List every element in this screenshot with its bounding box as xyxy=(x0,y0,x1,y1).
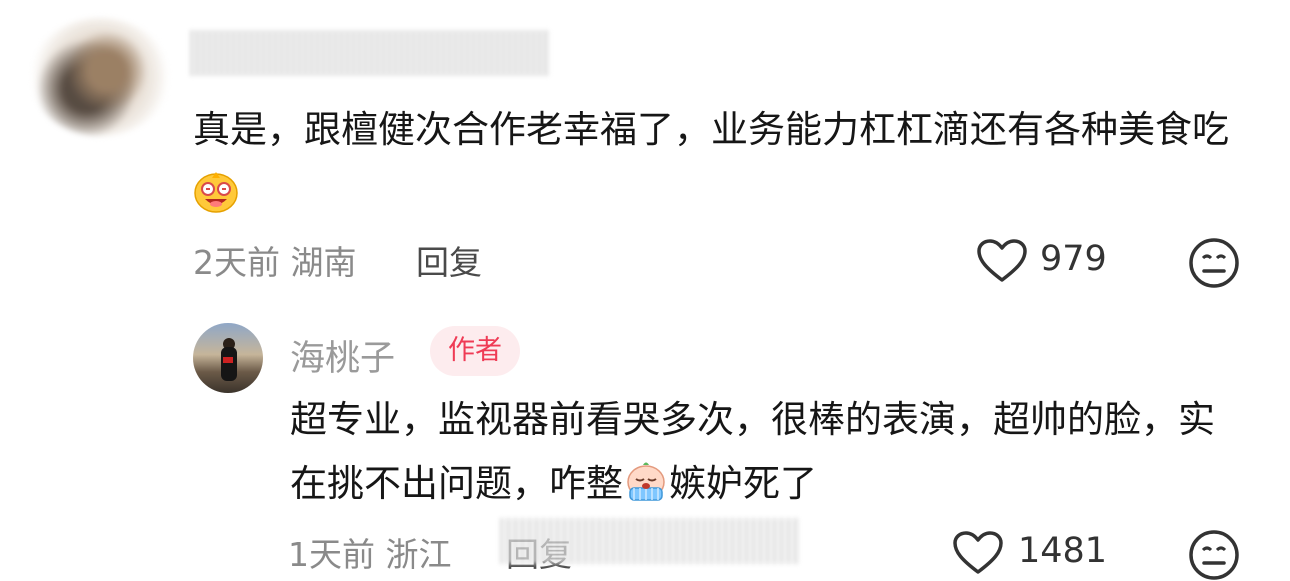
avatar[interactable] xyxy=(193,323,263,393)
comment-text: 超专业，监视器前看哭多次，很棒的表演，超帅的脸，实在挑不出问题，咋整 嫉妒死了 xyxy=(290,398,1215,505)
like-count: 979 xyxy=(1040,239,1107,279)
heart-outline-icon[interactable] xyxy=(976,238,1028,284)
neutral-face-icon[interactable] xyxy=(1188,529,1240,581)
drooling-yummy-emoji-icon xyxy=(194,172,238,213)
author-badge: 作者 xyxy=(430,326,520,376)
username-blurred[interactable] xyxy=(190,30,550,76)
username[interactable]: 海桃子 xyxy=(290,330,395,381)
heart-outline-icon[interactable] xyxy=(952,530,1004,576)
crying-emoji-icon xyxy=(627,462,665,501)
avatar-figure xyxy=(221,347,237,381)
comment-text: 真是，跟檀健次合作老幸福了，业务能力杠杠滴还有各种美食吃 xyxy=(193,98,1253,226)
blurred-overlay xyxy=(500,518,800,564)
avatar[interactable] xyxy=(30,18,170,136)
comment-meta: 2天前 湖南 xyxy=(193,243,357,282)
like-count: 1481 xyxy=(1018,531,1108,571)
comment-meta: 1天前 浙江 xyxy=(288,535,452,574)
reply-button[interactable]: 回复 xyxy=(416,236,482,284)
neutral-face-icon[interactable] xyxy=(1188,237,1240,289)
avatar-figure-detail xyxy=(223,357,233,363)
